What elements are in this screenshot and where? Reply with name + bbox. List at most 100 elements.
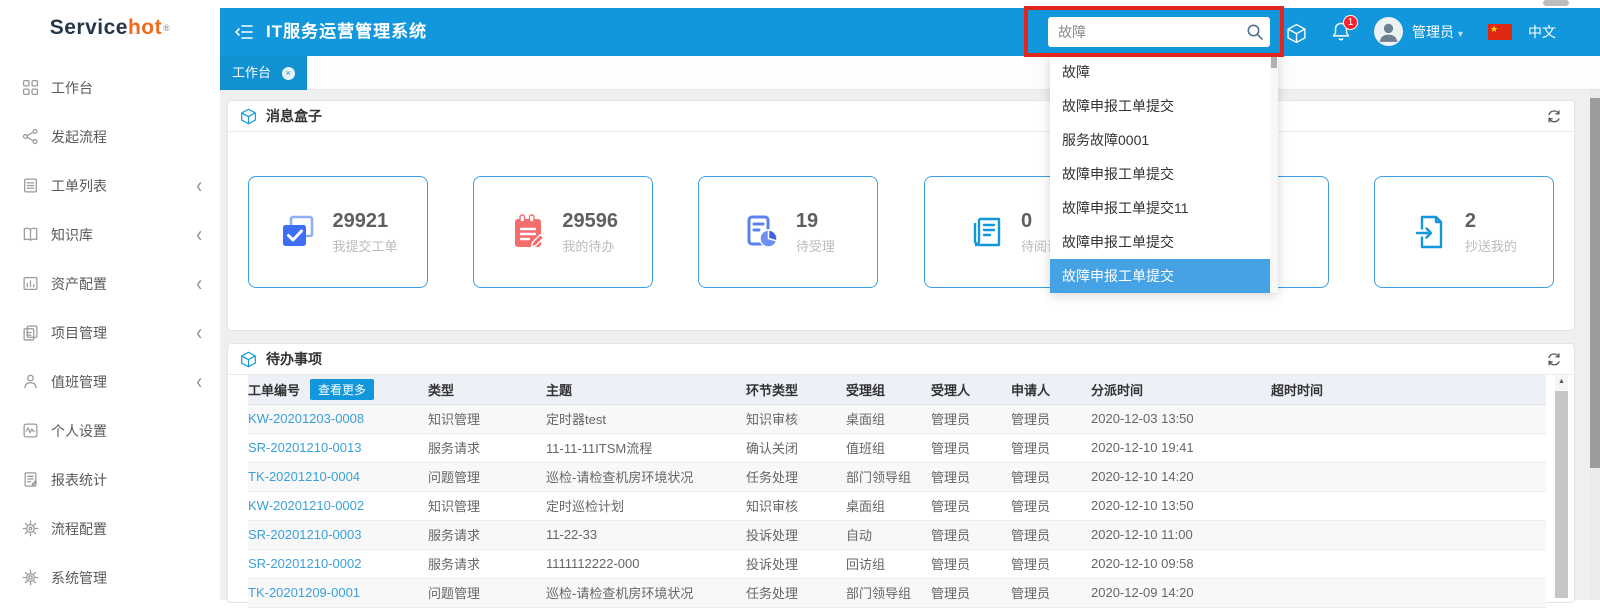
- refresh-icon[interactable]: [1546, 351, 1562, 367]
- col-handler-group: 受理组: [846, 375, 931, 404]
- search-input[interactable]: [1048, 17, 1238, 47]
- ticket-link[interactable]: SR-20201210-0013: [248, 440, 361, 455]
- suggestion-item[interactable]: 故障申报工单提交: [1050, 157, 1270, 191]
- suggestion-item-selected[interactable]: 故障申报工单提交: [1050, 259, 1270, 293]
- sidebar-item-system-mgmt[interactable]: 系统管理: [0, 553, 220, 602]
- col-step-type: 环节类型: [746, 375, 846, 404]
- tab-label: 工作台: [232, 65, 271, 80]
- sidebar-item-label: 资产配置: [51, 274, 196, 294]
- sidebar-item-ticket-list[interactable]: 工单列表 ‹: [0, 161, 220, 210]
- table-row: SR-20201210-0013服务请求11-11-11ITSM流程确认关闭值班…: [248, 433, 1546, 462]
- doc-arrow-icon: [1411, 212, 1451, 252]
- stat-card-my-todo[interactable]: 29596我的待办: [473, 176, 653, 288]
- sidebar-item-label: 工作台: [51, 78, 202, 98]
- language-selector[interactable]: 中文: [1528, 8, 1556, 56]
- table-row: TK-20201210-0004问题管理巡检-请检查机房环境状况任务处理部门领导…: [248, 462, 1546, 491]
- table-header-row: 工单编号查看更多 类型 主题 环节类型 受理组 受理人 申请人 分派时间 超时时…: [248, 375, 1546, 404]
- flow-icon: [22, 128, 39, 145]
- brand-name-accent: hot: [128, 16, 162, 40]
- sidebar-item-label: 报表统计: [51, 470, 202, 490]
- ticket-link[interactable]: SR-20201210-0003: [248, 527, 361, 542]
- stat-label: 抄送我的: [1465, 236, 1517, 255]
- ticket-link[interactable]: TK-20201209-0001: [248, 585, 360, 600]
- package-cube-icon[interactable]: [1286, 23, 1307, 44]
- stat-card-pending-accept[interactable]: 19待受理: [698, 176, 878, 288]
- dropdown-scrollbar-thumb[interactable]: [1271, 56, 1277, 68]
- table-scrollbar[interactable]: ▲: [1555, 375, 1568, 598]
- stat-value: 29921: [332, 210, 397, 233]
- sidebar-item-project-mgmt[interactable]: 项目管理 ‹: [0, 308, 220, 357]
- notification-bell[interactable]: 1: [1330, 21, 1354, 45]
- stat-card-submitted[interactable]: 29921 我提交工单: [248, 176, 428, 288]
- panel-title: 待办事项: [266, 349, 322, 369]
- notification-badge: 1: [1343, 15, 1358, 30]
- tab-workbench[interactable]: 工作台 ×: [220, 56, 307, 90]
- sidebar: Servicehot® 工作台 发起流程 工单列表 ‹ 知识库 ‹ 资产配置 ‹…: [0, 0, 220, 600]
- sidebar-item-report-stats[interactable]: 报表统计: [0, 455, 220, 504]
- top-strip: [220, 0, 1600, 8]
- todo-panel: 待办事项 工单编号查看更多 类型 主题 环节类型 受理组 受理人 申请人 分派时…: [227, 343, 1575, 603]
- todo-table: 工单编号查看更多 类型 主题 环节类型 受理组 受理人 申请人 分派时间 超时时…: [248, 375, 1546, 608]
- person-icon: [22, 373, 39, 390]
- panel-title: 消息盒子: [266, 106, 322, 126]
- col-subject: 主题: [546, 375, 746, 404]
- tab-close-icon[interactable]: ×: [282, 67, 295, 80]
- suggestion-item[interactable]: 服务故障0001: [1050, 123, 1270, 157]
- refresh-icon[interactable]: [1546, 108, 1562, 124]
- suggestion-item[interactable]: 故障: [1050, 55, 1270, 89]
- col-ticket-no: 工单编号查看更多: [248, 375, 428, 404]
- suggestion-item[interactable]: 故障申报工单提交11: [1050, 191, 1270, 225]
- ticket-link[interactable]: TK-20201210-0004: [248, 469, 360, 484]
- sidebar-item-label: 系统管理: [51, 568, 202, 588]
- dropdown-scrollbar[interactable]: [1270, 55, 1278, 293]
- table-row: SR-20201210-0002服务请求1111112222-000投诉处理回访…: [248, 549, 1546, 578]
- col-timeout: 超时时间: [1271, 375, 1546, 404]
- todo-header: 待办事项: [228, 344, 1574, 375]
- newspaper-icon: [967, 212, 1007, 252]
- sidebar-item-duty-mgmt[interactable]: 值班管理 ‹: [0, 357, 220, 406]
- tab-bar: 工作台 ×: [220, 56, 1600, 90]
- clipboard-pencil-icon: [508, 212, 548, 252]
- sidebar-item-asset-config[interactable]: 资产配置 ‹: [0, 259, 220, 308]
- trademark-symbol: ®: [163, 23, 170, 33]
- page-scrollbar[interactable]: [1590, 90, 1600, 600]
- ticket-link[interactable]: SR-20201210-0002: [248, 556, 361, 571]
- brand-logo[interactable]: Servicehot®: [0, 0, 220, 56]
- sidebar-menu: 工作台 发起流程 工单列表 ‹ 知识库 ‹ 资产配置 ‹ 项目管理 ‹ 值班: [0, 63, 220, 602]
- asset-chart-icon: [22, 275, 39, 292]
- sidebar-item-process-config[interactable]: 流程配置: [0, 504, 220, 553]
- user-avatar[interactable]: [1374, 17, 1403, 46]
- folder-check-icon: [278, 212, 318, 252]
- table-row: SR-20201210-0003服务请求11-22-33投诉处理自动管理员管理员…: [248, 520, 1546, 549]
- flag-icon[interactable]: ★: [1488, 24, 1512, 40]
- avatar-silhouette-icon: [1374, 17, 1403, 46]
- sidebar-item-personal-settings[interactable]: 个人设置: [0, 406, 220, 455]
- brand-name-dark: Service: [50, 16, 128, 40]
- sidebar-item-knowledge-base[interactable]: 知识库 ‹: [0, 210, 220, 259]
- table-row: KW-20201203-0008知识管理定时器test知识审核桌面组管理员管理员…: [248, 404, 1546, 433]
- ticket-link[interactable]: KW-20201203-0008: [248, 411, 364, 426]
- table-row: TK-20201209-0001问题管理巡检-请检查机房环境状况任务处理部门领导…: [248, 578, 1546, 607]
- sidebar-item-start-process[interactable]: 发起流程: [0, 112, 220, 161]
- stat-label: 我提交工单: [332, 236, 397, 255]
- gear-icon: [22, 569, 39, 586]
- col-handler: 受理人: [931, 375, 1011, 404]
- suggestion-item[interactable]: 故障申报工单提交: [1050, 225, 1270, 259]
- grid-icon: [22, 79, 39, 96]
- stat-card-cc-me[interactable]: 2抄送我的: [1374, 176, 1554, 288]
- user-menu[interactable]: 管理员▾: [1412, 8, 1463, 59]
- table-scrollbar-thumb[interactable]: [1555, 391, 1568, 598]
- page-scrollbar-thumb[interactable]: [1590, 98, 1600, 468]
- menu-collapse-icon[interactable]: [234, 23, 254, 41]
- ticket-link[interactable]: KW-20201210-0002: [248, 498, 364, 513]
- chevron-down-icon: ▾: [1458, 29, 1463, 40]
- flag-star: ★: [1490, 24, 1498, 34]
- message-box-panel: 消息盒子 29921我提交工单 29596我的待办 19待受理 0待阅读: [227, 100, 1575, 331]
- project-docs-icon: [22, 324, 39, 341]
- sidebar-item-workbench[interactable]: 工作台: [0, 63, 220, 112]
- scroll-up-arrow-icon[interactable]: ▲: [1555, 375, 1568, 389]
- view-more-button[interactable]: 查看更多: [310, 379, 374, 400]
- suggestion-item[interactable]: 故障申报工单提交: [1050, 89, 1270, 123]
- cube-icon: [240, 108, 257, 125]
- search-icon[interactable]: [1245, 22, 1265, 42]
